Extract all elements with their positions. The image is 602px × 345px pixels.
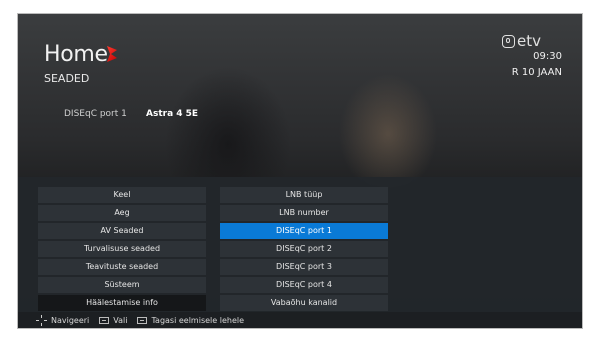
submenu-item-diseqc-port-4[interactable]: DISEqC port 4 (220, 277, 388, 293)
hint-back: Tagasi eelmisele lehele (151, 315, 245, 325)
submenu-item-vabaohu-kanalid[interactable]: Vabaõhu kanalid (220, 295, 388, 311)
back-key-icon (137, 316, 148, 324)
satellite-value: Astra 4 5E (146, 109, 199, 119)
menu-item-teavituste-seaded[interactable]: Teavituste seaded (38, 259, 206, 275)
home3-logo: Home (44, 42, 108, 67)
port-label: DISEqC port 1 (64, 109, 127, 119)
submenu-item-lnb-number[interactable]: LNB number (220, 205, 388, 221)
brand-text: etv (517, 32, 541, 50)
menu-item-keel[interactable]: Keel (38, 187, 206, 203)
tuning-submenu: LNB tüüp LNB number DISEqC port 1 DISEqC… (220, 187, 388, 313)
submenu-item-diseqc-port-2[interactable]: DISEqC port 2 (220, 241, 388, 257)
etv-logo: etv (502, 32, 541, 50)
clock-time: 09:30 (533, 51, 562, 62)
submenu-item-diseqc-port-3[interactable]: DISEqC port 3 (220, 259, 388, 275)
submenu-item-diseqc-port-1[interactable]: DISEqC port 1 (220, 223, 388, 239)
clock-date: R 10 JAAN (511, 67, 562, 78)
hint-bar: Navigeeri Vali Tagasi eelmisele lehele (18, 312, 582, 328)
hint-select: Vali (113, 315, 128, 325)
ok-key-icon (99, 316, 110, 324)
tv-screen: Home SEADED etv 09:30 R 10 JAAN DISEqC p… (18, 14, 582, 328)
hint-navigate: Navigeeri (51, 315, 90, 325)
menu-item-haalestamise-info[interactable]: Häälestamise info (38, 295, 206, 311)
home3-logo-icon (107, 46, 117, 62)
etv-logo-icon (502, 34, 515, 48)
menu-item-susteem[interactable]: Süsteem (38, 277, 206, 293)
menu-item-aeg[interactable]: Aeg (38, 205, 206, 221)
submenu-item-lnb-tuup[interactable]: LNB tüüp (220, 187, 388, 203)
menu-item-turvalisuse-seaded[interactable]: Turvalisuse seaded (38, 241, 206, 257)
page-title: SEADED (44, 72, 90, 85)
settings-menu: Keel Aeg AV Seaded Turvalisuse seaded Te… (38, 187, 206, 313)
logo-text: Home (44, 42, 108, 67)
menu-item-av-seaded[interactable]: AV Seaded (38, 223, 206, 239)
dpad-icon (36, 314, 47, 326)
